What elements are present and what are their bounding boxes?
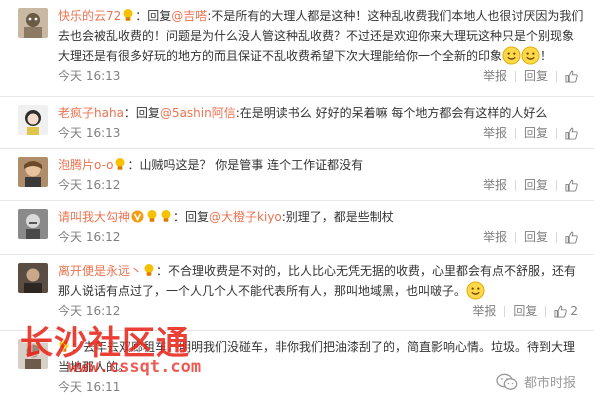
comment-actions: 举报 回复: [483, 175, 578, 195]
report-link[interactable]: 举报: [483, 123, 507, 143]
mention-link[interactable]: @吉嗒: [171, 9, 207, 23]
like-button[interactable]: [565, 179, 578, 192]
avatar[interactable]: [18, 209, 48, 239]
weibo-comment-list: 快乐的云72 ：回复@吉嗒:不是所有的大理人都是这种！这种乱收费我们本地人也很讨厌…: [0, 0, 594, 408]
thumb-up-icon: [565, 70, 578, 83]
comment-text: 快乐的云72 ：回复@吉嗒:不是所有的大理人都是这种！这种乱收费我们本地人也很讨厌…: [58, 6, 584, 66]
comment-body: :在是明读书么 好好的呆着嘛 每个地方都会有这样的人好么: [235, 106, 548, 120]
avatar[interactable]: [18, 105, 48, 135]
report-link[interactable]: 举报: [483, 66, 507, 86]
comment-item: ：去年去双廊租车，明明我们没碰车，非你我们把油漆刮了的，简直影响心情。垃圾。待到…: [0, 330, 594, 408]
thumb-up-icon: [565, 179, 578, 192]
reply-prefix: ：回复: [173, 210, 210, 224]
reply-link[interactable]: 回复: [524, 175, 548, 195]
comment-username[interactable]: 老疯子haha: [58, 106, 124, 120]
comment-text: 请叫我大勾神 ：回复@大橙子kiyo:别理了，都是些制杖: [58, 207, 584, 227]
comment-username[interactable]: 离开便是永远丶: [58, 264, 142, 278]
like-count: 2: [570, 304, 578, 318]
action-divider: [556, 70, 557, 82]
action-divider: [556, 179, 557, 191]
action-divider: [545, 305, 547, 317]
like-button[interactable]: 2: [554, 301, 578, 321]
reply-link[interactable]: 回复: [524, 123, 548, 143]
lightbulb-badge: [114, 157, 126, 171]
report-link[interactable]: 举报: [472, 301, 496, 321]
comment-meta: 今天 16:11: [58, 377, 584, 397]
like-button[interactable]: [565, 70, 578, 83]
thumb-up-icon: [565, 127, 578, 140]
comment-time: 今天 16:13: [58, 69, 121, 83]
like-button[interactable]: [565, 231, 578, 244]
comment-username[interactable]: 泡腾片o-o: [58, 158, 113, 172]
action-divider: [514, 127, 516, 139]
avatar[interactable]: [18, 339, 48, 369]
comment-item: 老疯子haha：回复@5ashin阿信:在是明读书么 好好的呆着嘛 每个地方都会…: [0, 96, 594, 148]
lightbulb-badge: [160, 209, 172, 223]
verified-v-badge: [131, 209, 144, 223]
lightbulb-badge: [143, 263, 155, 277]
comment-body: :别理了，都是些制杖: [281, 210, 394, 224]
reply-link[interactable]: 回复: [524, 66, 548, 86]
comment-actions: 举报 回复: [483, 123, 578, 143]
like-button[interactable]: [565, 127, 578, 140]
comment-body: ：山贼吗这是？ 你是管事 连个工作证都没有: [127, 158, 364, 172]
action-divider: [556, 127, 557, 139]
report-link[interactable]: 举报: [483, 175, 507, 195]
comment-time: 今天 16:12: [58, 230, 121, 244]
action-divider: [556, 231, 557, 243]
comment-item: 泡腾片o-o ：山贼吗这是？ 你是管事 连个工作证都没有 今天 16:12 举报 …: [0, 148, 594, 200]
avatar[interactable]: [18, 8, 48, 38]
comment-text: 老疯子haha：回复@5ashin阿信:在是明读书么 好好的呆着嘛 每个地方都会…: [58, 103, 584, 123]
comment-item: 快乐的云72 ：回复@吉嗒:不是所有的大理人都是这种！这种乱收费我们本地人也很讨厌…: [0, 0, 594, 96]
comment-body: ：去年去双廊租车，明明我们没碰车，非你我们把油漆刮了的，简直影响心情。垃圾。待到…: [58, 340, 576, 374]
comment-actions: 举报 回复: [483, 66, 578, 86]
comment-actions: 举报 回复: [483, 227, 578, 247]
mention-link[interactable]: @大橙子kiyo: [209, 210, 282, 224]
action-divider: [514, 179, 516, 191]
comment-meta: 今天 16:12 举报 回复: [58, 227, 584, 247]
avatar[interactable]: [18, 157, 48, 187]
comment-actions: 举报 回复 2: [472, 301, 578, 321]
reply-prefix: ：回复: [123, 106, 160, 120]
action-divider: [514, 70, 516, 82]
action-divider: [504, 305, 506, 317]
comment-text: ：去年去双廊租车，明明我们没碰车，非你我们把油漆刮了的，简直影响心情。垃圾。待到…: [58, 337, 584, 377]
comment-text: 离开便是永远丶 ：不合理收费是不对的，比人比心无凭无据的收费，心里都会有点不舒服，…: [58, 261, 584, 301]
comment-meta: 今天 16:12 举报 回复: [58, 175, 584, 195]
smile-emoji: [466, 281, 485, 300]
comment-time: 今天 16:12: [58, 178, 121, 192]
comment-time: 今天 16:13: [58, 126, 121, 140]
reply-link[interactable]: 回复: [513, 301, 537, 321]
comment-item: 请叫我大勾神 ：回复@大橙子kiyo:别理了，都是些制杖 今天 16:12 举报 …: [0, 200, 594, 254]
smile-emoji: [502, 46, 521, 65]
comment-meta: 今天 16:13 举报 回复: [58, 123, 584, 143]
comment-username[interactable]: 请叫我大勾神: [58, 210, 130, 224]
comment-time: 今天 16:11: [58, 380, 121, 394]
thumb-up-icon: [565, 231, 578, 244]
lightbulb-badge: [58, 339, 70, 353]
reply-prefix: ：回复: [135, 9, 172, 23]
reply-link[interactable]: 回复: [524, 227, 548, 247]
mention-link[interactable]: @5ashin阿信: [160, 106, 236, 120]
report-link[interactable]: 举报: [483, 227, 507, 247]
comment-username[interactable]: 快乐的云72: [58, 9, 121, 23]
smile-emoji: [521, 46, 540, 65]
lightbulb-badge: [146, 209, 158, 223]
avatar[interactable]: [18, 263, 48, 293]
comment-body-end: ！: [540, 49, 553, 63]
lightbulb-badge: [122, 8, 134, 22]
comment-text: 泡腾片o-o ：山贼吗这是？ 你是管事 连个工作证都没有: [58, 155, 584, 175]
action-divider: [514, 231, 516, 243]
comment-meta: 今天 16:12 举报 回复 2: [58, 301, 584, 321]
comment-meta: 今天 16:13 举报 回复: [58, 66, 584, 86]
thumb-up-icon: [554, 305, 568, 318]
comment-item: 离开便是永远丶 ：不合理收费是不对的，比人比心无凭无据的收费，心里都会有点不舒服，…: [0, 254, 594, 330]
comment-time: 今天 16:12: [58, 304, 121, 318]
